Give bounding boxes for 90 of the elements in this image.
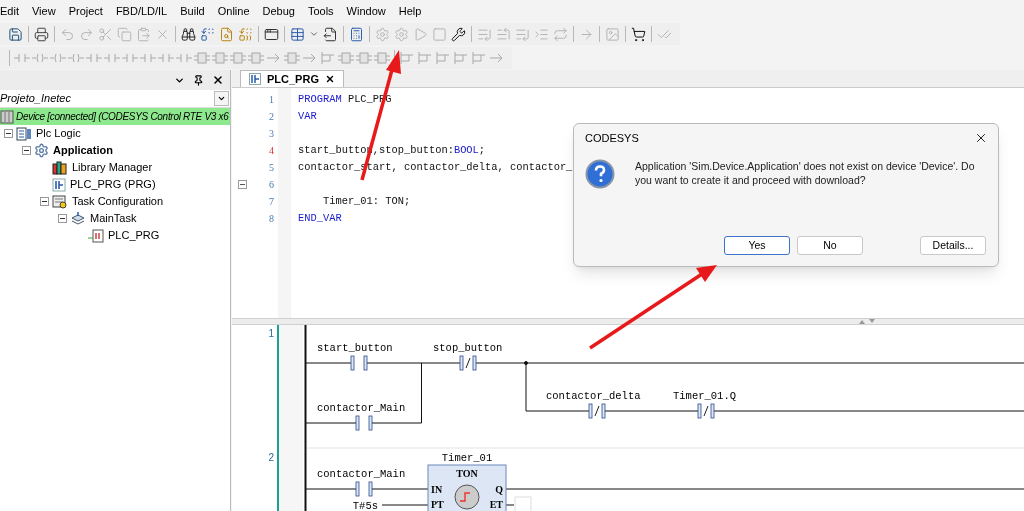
- editor-tab[interactable]: PLC_PRG: [240, 70, 344, 87]
- menu-item[interactable]: Tools: [307, 2, 334, 20]
- table-icon[interactable]: [290, 26, 305, 42]
- pin-label: ET: [489, 499, 503, 510]
- pin-label: PT: [431, 499, 444, 510]
- line-number: 7: [269, 195, 274, 209]
- menu-item[interactable]: Window: [346, 2, 386, 20]
- dialog-button[interactable]: No: [797, 236, 863, 255]
- program-call-icon: [88, 228, 104, 243]
- network-number: 2: [268, 452, 274, 463]
- caret-icon: [217, 94, 226, 103]
- menu-item[interactable]: Project: [68, 2, 103, 20]
- menu-item[interactable]: Debug: [262, 2, 295, 20]
- variable-label: contactor_delta: [546, 390, 641, 402]
- output-field[interactable]: [514, 496, 532, 511]
- tree-item[interactable]: PLC_PRG: [108, 227, 160, 244]
- printer-icon[interactable]: [34, 26, 49, 42]
- replace-all-icon[interactable]: [238, 26, 253, 42]
- menu-item[interactable]: View: [31, 2, 56, 20]
- line-number: 3: [269, 127, 274, 141]
- variable-label: Timer_01.Q: [673, 390, 736, 402]
- document-icon: [16, 126, 32, 141]
- normally-closed-contact[interactable]: [588, 403, 606, 419]
- save-icon[interactable]: [8, 26, 23, 42]
- close-icon[interactable]: [974, 131, 988, 145]
- wrench-icon[interactable]: [451, 26, 466, 42]
- file-search-icon[interactable]: [219, 26, 234, 42]
- dialog-button[interactable]: Details...: [920, 236, 986, 255]
- program-icon: [249, 73, 261, 85]
- menu-item[interactable]: Help: [398, 2, 422, 20]
- timer-clock-icon: [454, 484, 480, 510]
- close-icon[interactable]: [212, 74, 224, 86]
- instance-label: Timer_01: [441, 452, 493, 464]
- collapse-icon[interactable]: [39, 197, 49, 206]
- preset-value: T#5s: [352, 500, 378, 511]
- variable-label: start_button: [317, 342, 393, 354]
- menu-item[interactable]: Online: [217, 2, 250, 20]
- question-icon: [585, 159, 615, 189]
- close-icon[interactable]: [324, 74, 335, 84]
- variable-label: stop_button: [433, 342, 503, 354]
- tree-item[interactable]: MainTask: [90, 210, 137, 227]
- cart-icon[interactable]: [631, 26, 646, 42]
- menu-item[interactable]: Edit: [0, 2, 19, 20]
- collapse-icon[interactable]: [238, 180, 247, 189]
- pin-icon[interactable]: [193, 74, 204, 86]
- network-number: 1: [268, 328, 274, 339]
- line-number: 4: [269, 144, 274, 158]
- binoculars-icon[interactable]: [181, 26, 196, 42]
- block-type: TON: [456, 468, 478, 479]
- collapse-icon[interactable]: [57, 214, 67, 223]
- pin-label: IN: [431, 484, 443, 495]
- dialog-button[interactable]: Yes: [724, 236, 790, 255]
- document-icon[interactable]: [323, 26, 338, 42]
- tree-item[interactable]: Task Configuration: [72, 193, 164, 210]
- line-number: 8: [269, 212, 274, 226]
- line-number: 6: [269, 178, 274, 192]
- menu-item[interactable]: FBD/LD/IL: [115, 2, 168, 20]
- calculator-icon[interactable]: [349, 26, 364, 42]
- task-configuration-icon: [52, 194, 68, 209]
- normally-closed-contact[interactable]: [459, 355, 477, 371]
- caret-icon[interactable]: [309, 29, 319, 39]
- normally-closed-contact[interactable]: [697, 403, 715, 419]
- line-number: 2: [269, 110, 274, 124]
- code-line: VAR: [298, 108, 317, 124]
- variable-label: contactor_Main: [317, 468, 406, 480]
- collapse-icon[interactable]: [21, 146, 31, 155]
- stack-icon: [70, 211, 86, 226]
- collapse-icon[interactable]: [3, 129, 13, 138]
- tree-item[interactable]: Library Manager: [72, 159, 153, 176]
- tree-item[interactable]: Application: [53, 142, 113, 159]
- tree-item[interactable]: Plc Logic: [36, 125, 81, 142]
- variable-label: contactor_Main: [317, 402, 406, 414]
- pin-label: Q: [495, 484, 503, 495]
- normally-open-contact[interactable]: [355, 481, 373, 497]
- gear-icon: [34, 143, 49, 158]
- dialog-title: CODESYS: [585, 130, 639, 146]
- line-number: 5: [269, 161, 274, 175]
- normally-open-contact[interactable]: [355, 415, 373, 431]
- dialog-message: Application 'Sim.Device.Application' does not exist on device 'Device'. Do you want to create it and proceed with download?: [635, 159, 976, 188]
- device-icon: [0, 109, 14, 124]
- splitter-arrows-icon[interactable]: [858, 319, 876, 324]
- tree-item[interactable]: PLC_PRG (PRG): [70, 176, 156, 193]
- code-line: END_VAR: [298, 210, 342, 226]
- books-icon: [52, 160, 68, 175]
- line-number: 1: [269, 93, 274, 107]
- program-icon: [52, 177, 66, 192]
- code-line: Timer_01: TON;: [321, 193, 411, 209]
- normally-open-contact[interactable]: [350, 355, 368, 371]
- window-icon[interactable]: [264, 26, 279, 42]
- menu-item[interactable]: Build: [180, 2, 205, 20]
